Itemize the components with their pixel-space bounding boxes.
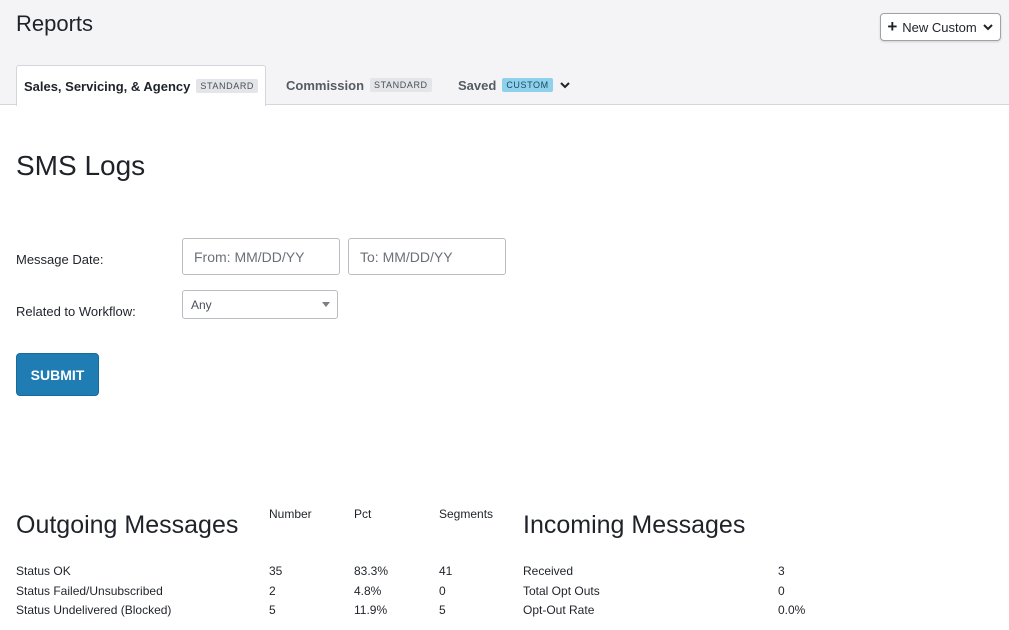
outgoing-row-pct: 11.9% [354, 603, 388, 617]
new-custom-button[interactable]: + New Custom [880, 13, 1001, 41]
page-header: Reports + New Custom Sales, Servicing, &… [0, 0, 1009, 106]
incoming-row-value: 3 [778, 564, 785, 578]
column-header-number: Number [269, 507, 312, 521]
message-date-label: Message Date: [16, 252, 104, 267]
tab-saved[interactable]: Saved CUSTOM [458, 65, 571, 105]
outgoing-row-segments: 0 [439, 584, 446, 598]
tab-label: Saved [458, 77, 497, 93]
tab-label: Commission [286, 77, 365, 93]
outgoing-row-label: Status OK [16, 564, 71, 578]
incoming-row-label: Received [523, 564, 574, 578]
incoming-messages-title: Incoming Messages [523, 511, 746, 539]
standard-badge: STANDARD [196, 79, 259, 93]
workflow-selected-value: Any [191, 297, 212, 312]
column-header-segments: Segments [439, 507, 494, 521]
incoming-row-value: 0.0% [778, 603, 806, 617]
submit-button[interactable]: SUBMIT [16, 353, 99, 396]
page-title: Reports [16, 11, 94, 36]
workflow-label: Related to Workflow: [16, 304, 136, 319]
outgoing-row-segments: 41 [439, 564, 453, 578]
incoming-row-label: Total Opt Outs [523, 584, 600, 598]
to-date-input[interactable] [348, 238, 506, 275]
outgoing-row-pct: 4.8% [354, 584, 382, 598]
standard-badge: STANDARD [370, 78, 432, 92]
tab-label: Sales, Servicing, & Agency [23, 78, 191, 94]
incoming-row-value: 0 [778, 584, 785, 598]
outgoing-row-label: Status Failed/Unsubscribed [16, 584, 163, 598]
outgoing-row-number: 2 [269, 584, 276, 598]
column-header-pct: Pct [354, 507, 372, 521]
outgoing-row-label: Status Undelivered (Blocked) [16, 603, 172, 617]
from-date-input[interactable] [182, 238, 340, 275]
workflow-select[interactable]: Any [182, 290, 338, 319]
plus-icon: + [887, 17, 898, 36]
outgoing-row-pct: 83.3% [354, 564, 389, 578]
outgoing-row-segments: 5 [439, 603, 446, 617]
outgoing-row-number: 35 [269, 564, 283, 578]
custom-badge: CUSTOM [502, 78, 553, 92]
tab-commission[interactable]: Commission STANDARD [286, 65, 432, 105]
tab-sales-servicing-agency[interactable]: Sales, Servicing, & Agency STANDARD [16, 65, 266, 106]
caret-down-icon [322, 302, 330, 307]
new-custom-label: New Custom [902, 19, 977, 35]
incoming-row-label: Opt-Out Rate [523, 603, 595, 617]
report-title: SMS Logs [16, 150, 146, 181]
outgoing-messages-title: Outgoing Messages [16, 511, 239, 539]
chevron-down-icon [982, 24, 993, 31]
outgoing-row-number: 5 [269, 603, 276, 617]
chevron-down-icon [560, 82, 570, 89]
